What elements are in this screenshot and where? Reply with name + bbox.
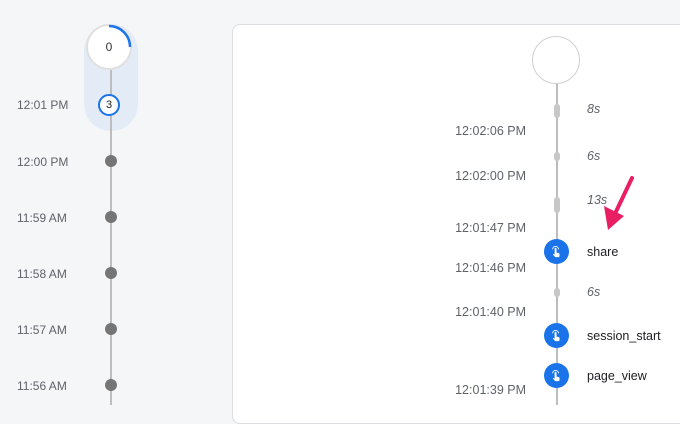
gap-duration-label: 6s	[587, 149, 601, 163]
minute-label: 12:01 PM	[17, 98, 69, 112]
gap-tick	[554, 197, 560, 213]
top-counter[interactable]: 0	[86, 24, 132, 70]
touch-icon	[552, 370, 560, 382]
gap-duration-label: 6s	[587, 285, 601, 299]
minute-label: 11:56 AM	[17, 379, 67, 393]
event-node-session-start[interactable]	[544, 323, 569, 348]
gap-tick	[554, 152, 560, 161]
minute-event-count-badge[interactable]: 3	[98, 94, 120, 116]
gap-duration-label: 8s	[587, 102, 601, 116]
gap-tick	[554, 288, 560, 297]
event-name[interactable]: share	[587, 245, 618, 259]
event-timestamp: 12:01:47 PM	[455, 221, 526, 235]
minute-dot[interactable]	[105, 267, 117, 279]
minute-dot[interactable]	[105, 323, 117, 335]
minutes-timeline: 0 12:01 PM 3 12:00 PM 11:59 AM 11:58 AM …	[0, 0, 232, 405]
annotation-arrow-icon	[604, 176, 634, 230]
minute-label: 11:59 AM	[17, 211, 67, 225]
event-name[interactable]: page_view	[587, 369, 647, 383]
minute-label: 11:58 AM	[17, 267, 67, 281]
minute-dot[interactable]	[105, 211, 117, 223]
stream-start-circle	[532, 36, 580, 84]
touch-icon	[552, 246, 560, 258]
event-name[interactable]: session_start	[587, 329, 661, 343]
minute-dot[interactable]	[105, 155, 117, 167]
event-timestamp: 12:01:40 PM	[455, 305, 526, 319]
event-timestamp: 12:02:06 PM	[455, 124, 526, 138]
touch-icon	[552, 330, 560, 342]
counter-progress-ring	[108, 24, 132, 48]
event-timestamp: 12:02:00 PM	[455, 169, 526, 183]
gap-tick	[554, 104, 560, 118]
minute-event-count: 3	[105, 99, 113, 111]
minute-label: 12:00 PM	[17, 155, 69, 169]
minute-dot[interactable]	[105, 379, 117, 391]
event-timestamp: 12:01:39 PM	[455, 383, 526, 397]
event-node-share[interactable]	[544, 239, 569, 264]
event-timestamp: 12:01:46 PM	[455, 261, 526, 275]
minutes-timeline-line	[110, 70, 112, 405]
event-node-page-view[interactable]	[544, 363, 569, 388]
minute-label: 11:57 AM	[17, 323, 67, 337]
